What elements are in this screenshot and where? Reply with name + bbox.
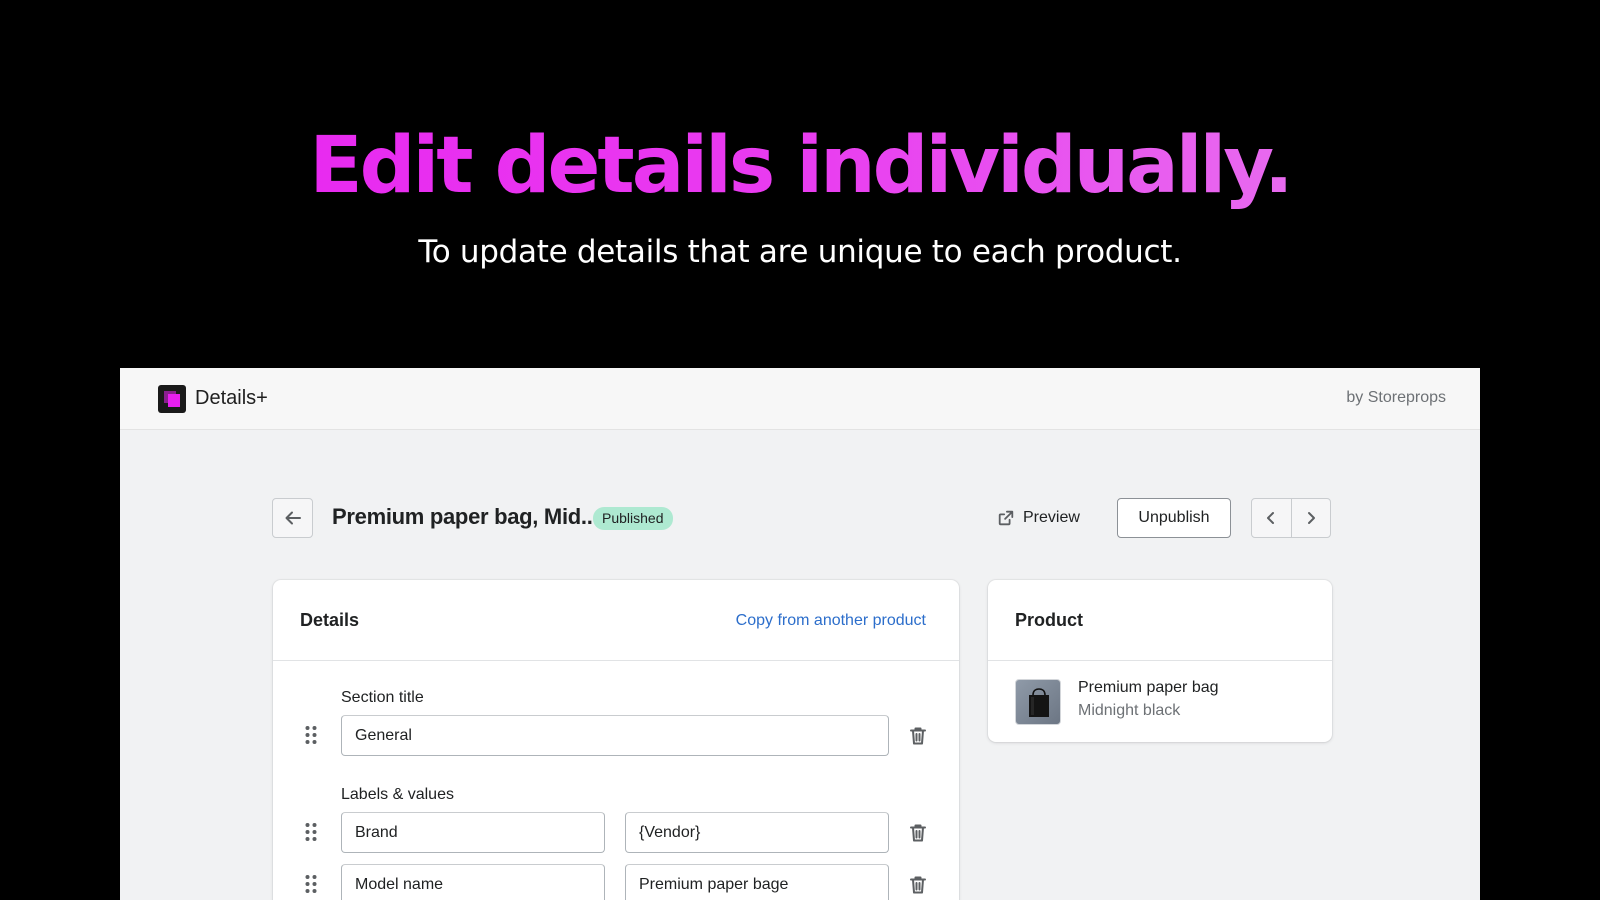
product-variant: Midnight black bbox=[1078, 702, 1181, 719]
pagination bbox=[1251, 498, 1331, 538]
drag-handle-icon[interactable] bbox=[304, 822, 318, 842]
detail-value-input[interactable]: Premium paper bage bbox=[625, 864, 889, 900]
app-window: Details+ by Storeprops Premium paper bag… bbox=[120, 368, 1480, 900]
section-title-label: Section title bbox=[341, 689, 424, 706]
app-topbar: Details+ by Storeprops bbox=[120, 368, 1480, 430]
trash-icon[interactable] bbox=[907, 874, 929, 896]
page-title: Premium paper bag, Mid.. bbox=[332, 504, 593, 529]
labels-values-label: Labels & values bbox=[341, 786, 454, 803]
unpublish-button[interactable]: Unpublish bbox=[1117, 498, 1231, 538]
chevron-right-icon bbox=[1307, 512, 1315, 524]
trash-icon[interactable] bbox=[907, 822, 929, 844]
detail-label-input[interactable]: Brand bbox=[341, 812, 605, 853]
preview-label: Preview bbox=[1023, 509, 1080, 526]
next-product-button[interactable] bbox=[1290, 499, 1330, 537]
app-name: Details+ bbox=[195, 387, 268, 409]
details-card-header: Details Copy from another product bbox=[273, 580, 959, 661]
app-byline[interactable]: by Storeprops bbox=[1346, 389, 1446, 407]
status-badge: Published bbox=[593, 507, 673, 530]
drag-handle-icon[interactable] bbox=[304, 725, 318, 745]
product-card: Product Premium paper bag Midnight black bbox=[988, 580, 1332, 742]
detail-label-input[interactable]: Model name bbox=[341, 864, 605, 900]
details-card: Details Copy from another product Sectio… bbox=[273, 580, 959, 900]
preview-button[interactable]: Preview bbox=[997, 506, 1080, 530]
copy-from-product-link[interactable]: Copy from another product bbox=[736, 612, 926, 630]
hero-title: Edit details individually. bbox=[0, 118, 1600, 214]
paper-bag-image bbox=[1029, 688, 1049, 717]
app-logo-icon bbox=[158, 385, 186, 413]
back-button[interactable] bbox=[272, 498, 313, 538]
product-card-header: Product bbox=[988, 580, 1332, 661]
product-name[interactable]: Premium paper bag bbox=[1078, 679, 1219, 697]
product-card-title: Product bbox=[1015, 610, 1084, 630]
product-thumbnail bbox=[1015, 679, 1061, 725]
arrow-left-icon bbox=[285, 511, 301, 525]
external-link-icon bbox=[998, 510, 1014, 526]
previous-product-button[interactable] bbox=[1252, 499, 1291, 537]
section-title-input[interactable]: General bbox=[341, 715, 889, 756]
detail-value-input[interactable]: {Vendor} bbox=[625, 812, 889, 853]
details-card-title: Details bbox=[300, 610, 360, 630]
trash-icon[interactable] bbox=[907, 725, 929, 747]
hero-subtitle: To update details that are unique to eac… bbox=[418, 234, 1182, 270]
chevron-left-icon bbox=[1267, 512, 1275, 524]
drag-handle-icon[interactable] bbox=[304, 874, 318, 894]
